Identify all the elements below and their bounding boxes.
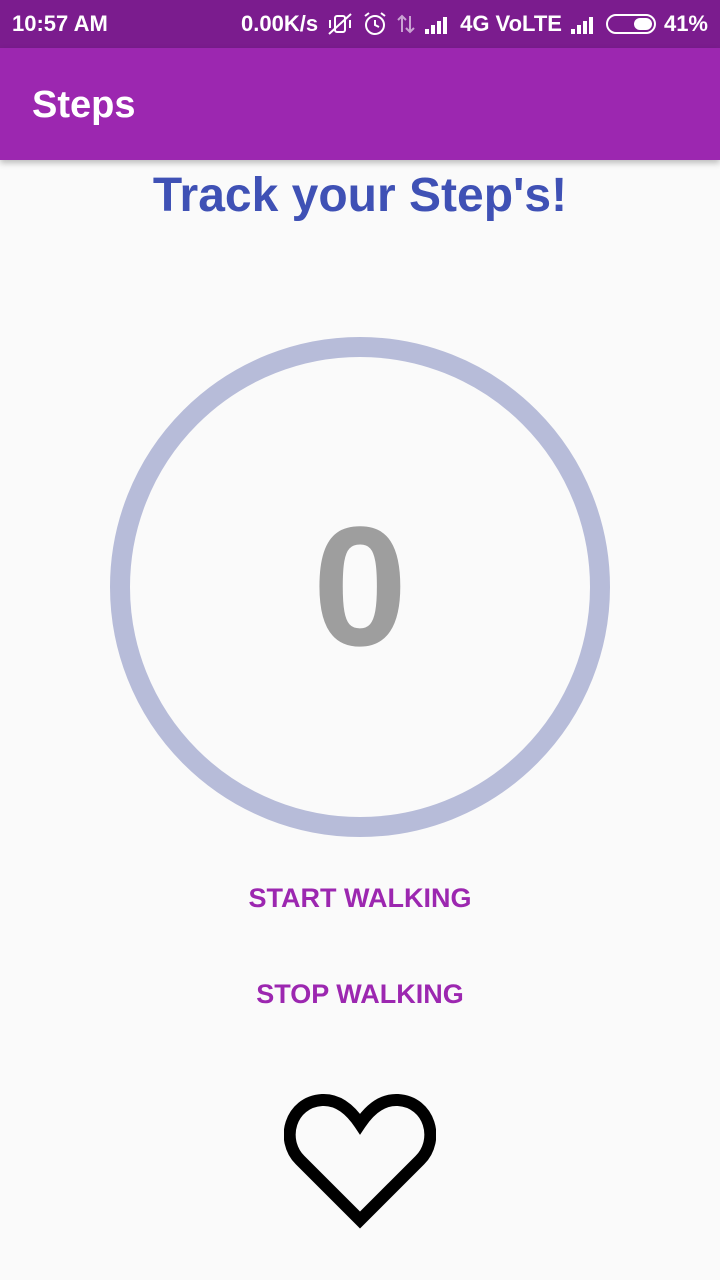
vibrate-off-icon bbox=[326, 12, 354, 36]
step-counter-ring: 0 bbox=[110, 337, 610, 837]
battery-icon bbox=[605, 14, 656, 34]
battery-level: 41% bbox=[663, 11, 708, 36]
page-title: Track your Step's! bbox=[152, 169, 568, 222]
screen: 10:57 AM 0.00K/s 4G VoLTE 41% Steps Trac… bbox=[0, 0, 720, 1280]
step-count: 0 bbox=[312, 492, 408, 682]
data-arrows-icon bbox=[396, 12, 416, 36]
stop-walking-button[interactable]: STOP WALKING bbox=[0, 976, 720, 1012]
network-speed: 0.00K/s bbox=[241, 11, 319, 36]
status-bar: 10:57 AM 0.00K/s 4G VoLTE 41% bbox=[0, 0, 720, 48]
status-right: 0.00K/s 4G VoLTE 41% bbox=[241, 8, 708, 40]
start-walking-button[interactable]: START WALKING bbox=[0, 880, 720, 916]
signal-icon bbox=[570, 13, 598, 35]
heart-outline-icon[interactable] bbox=[283, 1090, 437, 1230]
alarm-icon bbox=[362, 11, 388, 37]
signal-icon bbox=[424, 13, 452, 35]
status-time: 10:57 AM bbox=[12, 11, 108, 36]
app-title: Steps bbox=[32, 84, 136, 126]
network-type: 4G VoLTE bbox=[460, 11, 562, 36]
app-bar: Steps bbox=[0, 48, 720, 160]
